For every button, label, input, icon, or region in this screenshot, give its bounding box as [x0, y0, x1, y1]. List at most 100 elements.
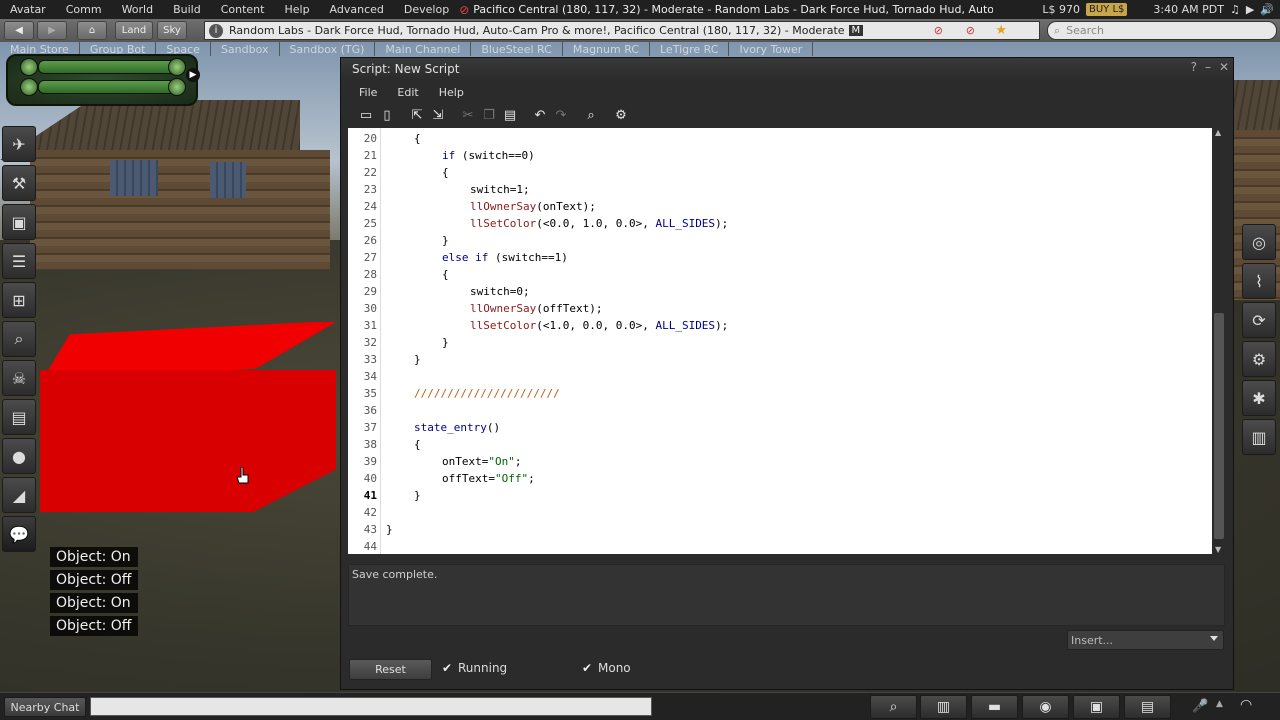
favorite-sandbox-tg[interactable]: Sandbox (TG)	[280, 42, 376, 56]
nearby-chat-button[interactable]: Nearby Chat	[4, 697, 86, 717]
code-line[interactable]: else if (switch==1)	[442, 249, 568, 266]
copy-icon[interactable]: ❐	[480, 106, 498, 124]
menu-advanced[interactable]: Advanced	[320, 3, 394, 16]
script-menu-help[interactable]: Help	[439, 86, 464, 99]
code-line[interactable]: //////////////////////	[414, 385, 560, 402]
code-line[interactable]: {	[442, 266, 449, 283]
scroll-down-icon[interactable]: ▼	[1215, 545, 1221, 554]
snapshot-icon[interactable]: ▣	[1073, 695, 1120, 719]
code-line[interactable]: }	[414, 351, 421, 368]
cut-icon[interactable]: ✂	[459, 106, 477, 124]
sky-button[interactable]: Sky	[157, 21, 187, 40]
save-icon[interactable]: ▭	[357, 106, 375, 124]
find-icon[interactable]: ⌕	[582, 106, 600, 124]
clipboard-icon[interactable]: ▥	[1242, 419, 1276, 455]
undo-icon[interactable]: ↶	[531, 106, 549, 124]
play-icon[interactable]: ▶	[1246, 3, 1254, 16]
gears-icon[interactable]: ⚙	[1242, 341, 1276, 377]
forward-button[interactable]: ▶	[37, 21, 67, 40]
menu-world[interactable]: World	[112, 3, 164, 16]
menubar-location[interactable]: Pacifico Central (180, 117, 32) - Modera…	[473, 3, 993, 16]
code-line[interactable]: onText="On";	[442, 453, 521, 470]
land-button[interactable]: Land	[115, 21, 153, 40]
minimize-icon[interactable]: –	[1205, 60, 1211, 74]
build-hammer-icon[interactable]: ⚒	[2, 165, 36, 201]
skull-icon[interactable]: ☠	[2, 360, 36, 396]
red-cube-front[interactable]	[40, 370, 336, 512]
no-build-icon[interactable]: ⊘	[966, 24, 975, 37]
favorite-ivory-tower[interactable]: Ivory Tower	[729, 42, 814, 56]
media-icon[interactable]: ♫	[1230, 3, 1240, 16]
code-line[interactable]: if (switch==0)	[442, 147, 535, 164]
bug-icon[interactable]: ✱	[1242, 380, 1276, 416]
search-input[interactable]: ⌕ Search	[1047, 21, 1277, 40]
no-scripts-icon[interactable]: ⊘	[934, 24, 943, 37]
favorite-star-icon[interactable]: ★	[995, 23, 1007, 38]
home-button[interactable]: ⌂	[77, 21, 107, 40]
code-line[interactable]: llOwnerSay(onText);	[470, 198, 596, 215]
profile-icon[interactable]: ▤	[2, 399, 36, 435]
destinations-icon[interactable]: ▤	[1124, 695, 1171, 719]
export-icon[interactable]: ⇲	[429, 106, 447, 124]
code-line[interactable]: {	[414, 130, 421, 147]
buy-currency-button[interactable]: BUY L$	[1086, 3, 1128, 16]
menu-avatar[interactable]: Avatar	[0, 3, 56, 16]
menu-develop[interactable]: Develop	[394, 3, 459, 16]
ao-icon[interactable]: ⟳	[1242, 302, 1276, 338]
info-icon[interactable]: i	[209, 23, 223, 38]
code-line[interactable]: offText="Off";	[442, 470, 535, 487]
code-line[interactable]: llSetColor(<0.0, 1.0, 0.0>, ALL_SIDES);	[470, 215, 728, 232]
hud-arrow-icon[interactable]: ▶	[186, 68, 200, 82]
editor-scrollbar[interactable]: ▲ ▼	[1212, 128, 1226, 554]
microphone-icon[interactable]: 🎤	[1192, 699, 1208, 714]
favorite-letigre-rc[interactable]: LeTigre RC	[650, 42, 730, 56]
load-icon[interactable]: ⇱	[408, 106, 426, 124]
graph-icon[interactable]: ⌇	[1242, 263, 1276, 299]
code-editor[interactable]: 20 21 22 23 24 25 26 27 28 29 30 31 32 33 34 35 36 37 38 39…	[348, 128, 1212, 554]
insert-dropdown[interactable]: Insert...	[1067, 630, 1224, 650]
scroll-up-icon[interactable]: ▲	[1215, 128, 1221, 137]
menu-content[interactable]: Content	[211, 3, 275, 16]
menu-comm[interactable]: Comm	[56, 3, 112, 16]
mono-checkbox[interactable]: ✔ Mono	[581, 661, 631, 675]
voice-arrow-icon[interactable]: ▲	[1216, 699, 1223, 709]
reset-button[interactable]: Reset	[349, 659, 432, 680]
camera-controls-icon[interactable]: ▬	[971, 695, 1018, 719]
script-menu-edit[interactable]: Edit	[397, 86, 418, 99]
script-menu-file[interactable]: File	[359, 86, 377, 99]
running-checkbox[interactable]: ✔ Running	[441, 661, 507, 675]
code-line[interactable]: }	[442, 232, 449, 249]
satellite-icon[interactable]: ◢	[2, 477, 36, 513]
favorite-sandbox[interactable]: Sandbox	[211, 42, 280, 56]
code-line[interactable]: {	[414, 436, 421, 453]
hud-knob[interactable]	[168, 58, 186, 76]
chat-input[interactable]	[90, 697, 652, 716]
code-line[interactable]: }	[414, 487, 421, 504]
hud-attachment[interactable]: ▶	[6, 54, 200, 106]
code-line[interactable]: switch=0;	[470, 283, 530, 300]
chat-icon[interactable]: 💬	[2, 516, 36, 552]
notecard-icon[interactable]: ☰	[2, 243, 36, 279]
inventory-icon[interactable]: ▣	[2, 204, 36, 240]
code-line[interactable]: state_entry()	[414, 419, 500, 436]
favorite-main-channel[interactable]: Main Channel	[375, 42, 472, 56]
paste-icon[interactable]: ▤	[501, 106, 519, 124]
code-line[interactable]: {	[442, 164, 449, 181]
code-line[interactable]: llOwnerSay(offText);	[470, 300, 602, 317]
scrollbar-thumb[interactable]	[1214, 313, 1224, 539]
code-line[interactable]: }	[386, 521, 393, 538]
settings-icon[interactable]: ⚙	[612, 106, 630, 124]
script-window-titlebar[interactable]: Script: New Script	[341, 58, 1233, 80]
map-icon[interactable]: ⊞	[2, 282, 36, 318]
search-magnifier-icon[interactable]: ⌕	[2, 321, 36, 357]
hud-knob[interactable]	[168, 78, 186, 96]
search-icon[interactable]: ⌕	[870, 695, 917, 719]
volume-icon[interactable]: 🔊	[1260, 3, 1274, 16]
code-line[interactable]: llSetColor(<1.0, 0.0, 0.0>, ALL_SIDES);	[470, 317, 728, 334]
speech-bubble-icon[interactable]: ●	[2, 438, 36, 474]
fly-icon[interactable]: ✈	[2, 126, 36, 162]
code-line[interactable]: }	[442, 334, 449, 351]
hud-knob[interactable]	[20, 78, 38, 96]
world-map-icon[interactable]: ▥	[920, 695, 967, 719]
save-as-icon[interactable]: ▯	[378, 106, 396, 124]
